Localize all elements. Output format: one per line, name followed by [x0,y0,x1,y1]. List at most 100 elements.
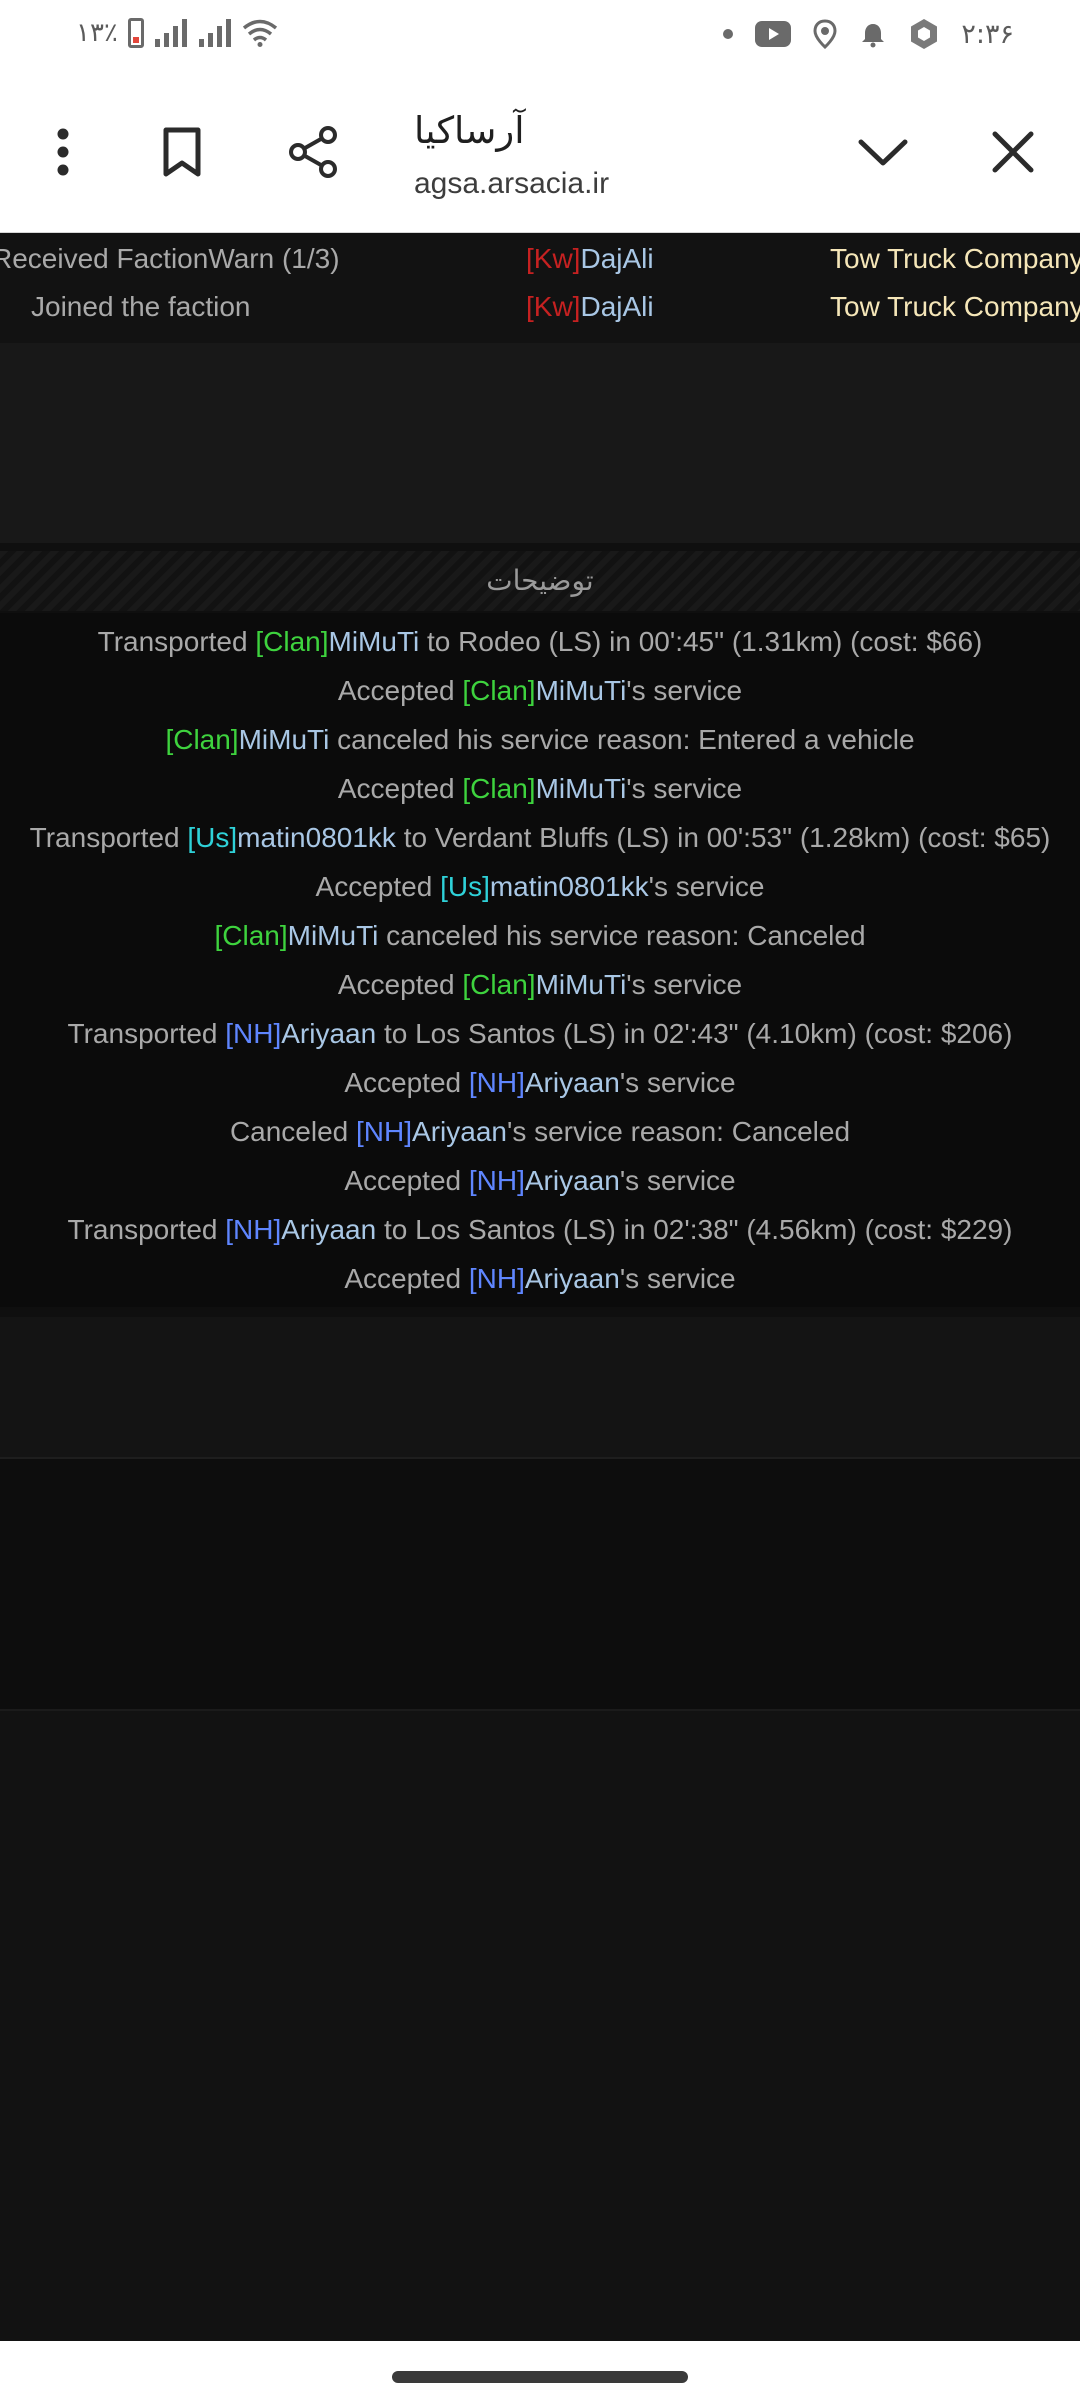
background-band [0,1711,1080,2341]
log-text: Transported [67,1018,226,1049]
player-name: Ariyaan [524,1165,620,1196]
log-text: Accepted [344,1165,469,1196]
log-text: 's service [619,1067,736,1098]
clan-tag: [Us] [187,822,238,853]
log-text: Accepted [315,871,441,902]
log-text: canceled his service reason: Entered a v… [329,724,915,755]
log-text: to Verdant Bluffs (LS) in 00':53" (1.28k… [395,822,1051,853]
clan-tag: [NH] [225,1018,282,1049]
log-text: 's service [648,871,765,902]
status-left-group: ۱۳٪ [76,18,278,48]
log-text: 's service [619,1263,736,1294]
bookmark-icon [163,127,201,177]
player-name: MiMuTi [287,920,379,951]
service-log-line: Transported [NH]Ariyaan to Los Santos (L… [0,1205,1080,1254]
page-url: agsa.arsacia.ir [414,167,610,200]
minimize-button[interactable] [848,117,918,187]
clan-tag: [NH] [468,1067,525,1098]
share-icon [289,126,337,178]
home-indicator[interactable] [392,2371,688,2383]
service-log-line: Transported [Clan]MiMuTi to Rodeo (LS) i… [0,617,1080,666]
service-log-line: Accepted [Us]matin0801kk's service [0,862,1080,911]
player-name: Ariyaan [281,1214,377,1245]
faction-log-table: Received FactionWarn (1/3) [Kw]DajAli To… [0,233,1080,343]
log-text: to Los Santos (LS) in 02':43" (4.10km) (… [376,1018,1013,1049]
log-text: to Los Santos (LS) in 02':38" (4.56km) (… [376,1214,1013,1245]
close-icon [992,131,1034,173]
log-text: 's service [626,773,743,804]
service-log-line: Accepted [Clan]MiMuTi's service [0,666,1080,715]
log-text: Transported [67,1214,226,1245]
player-name: MiMuTi [535,675,627,706]
player-name: matin0801kk [489,871,649,902]
navigation-bar [0,2341,1080,2408]
background-band [0,1317,1080,1459]
faction-log-player: [Kw]DajAli [526,291,654,323]
signal-icon [198,19,231,47]
log-text: Transported [97,626,256,657]
log-text: Accepted [337,675,463,706]
clock: ۲:۳۶ [961,18,1014,50]
share-button[interactable] [278,117,348,187]
log-text: 's service [626,969,743,1000]
clan-tag: [Us] [440,871,490,902]
background-band [0,343,1080,543]
log-text: Transported [29,822,188,853]
page-title-block[interactable]: آرساکیا agsa.arsacia.ir [414,105,834,201]
clan-tag: [Clan] [165,724,239,755]
log-text: 's service [626,675,743,706]
faction-log-action: Received FactionWarn (1/3) [0,243,340,274]
player-name: Ariyaan [524,1067,620,1098]
player-name: Ariyaan [524,1263,620,1294]
faction-log-faction: Tow Truck Company [830,243,1080,274]
clan-tag: [Clan] [255,626,329,657]
clan-tag: [Clan] [462,969,536,1000]
log-text: to Rodeo (LS) in 00':45" (1.31km) (cost:… [419,626,983,657]
log-text: Canceled [229,1116,357,1147]
status-bar: ۱۳٪ ۲:۳۶ [0,0,1080,75]
battery-icon [127,18,144,48]
service-log-line: [Clan]MiMuTi canceled his service reason… [0,715,1080,764]
web-content[interactable]: Received FactionWarn (1/3) [Kw]DajAli To… [0,233,1080,2341]
chevron-down-icon [858,139,908,166]
more-vert-icon [57,128,69,176]
player-name: MiMuTi [535,773,627,804]
wifi-icon [242,19,278,47]
player-tag: [Kw] [526,291,581,322]
bookmark-button[interactable] [147,117,217,187]
service-log-line: Canceled [NH]Ariyaan's service reason: C… [0,1107,1080,1156]
battery-percent: ۱۳٪ [76,18,118,48]
log-text: 's service [619,1165,736,1196]
close-button[interactable] [978,117,1048,187]
player-name: Ariyaan [412,1116,507,1147]
service-log-line: [Clan]MiMuTi canceled his service reason… [0,911,1080,960]
log-text: canceled his service reason: Canceled [378,920,866,951]
section-header: توضیحات [0,551,1080,611]
more-options-button[interactable] [28,117,98,187]
service-log-line: Accepted [Clan]MiMuTi's service [0,764,1080,813]
service-log-line: Transported [NH]Ariyaan to Los Santos (L… [0,1009,1080,1058]
notification-dot-icon [723,29,734,39]
vpn-icon [911,19,938,49]
player-name: matin0801kk [237,822,396,853]
service-log-line: Accepted [NH]Ariyaan's service [0,1156,1080,1205]
service-log-line: Accepted [NH]Ariyaan's service [0,1058,1080,1107]
log-text: Accepted [344,1263,469,1294]
faction-log-player: [Kw]DajAli [526,243,654,275]
service-log: Transported [Clan]MiMuTi to Rodeo (LS) i… [0,613,1080,1307]
faction-log-faction: Tow Truck Company [830,291,1080,322]
log-text: Accepted [337,969,463,1000]
log-text: Accepted [337,773,463,804]
page-title: آرساکیا [414,109,525,152]
faction-log-action: Joined the faction [31,291,251,322]
clan-tag: [NH] [468,1263,525,1294]
clan-tag: [Clan] [462,675,536,706]
player-name: MiMuTi [535,969,627,1000]
youtube-icon [755,21,792,47]
service-log-line: Transported [Us]matin0801kk to Verdant B… [0,813,1080,862]
log-text: 's service reason: Canceled [506,1116,851,1147]
service-log-line: Accepted [Clan]MiMuTi's service [0,960,1080,1009]
service-log-line: Accepted [NH]Ariyaan's service [0,1254,1080,1303]
player-name: MiMuTi [238,724,330,755]
signal-icon [154,19,187,47]
